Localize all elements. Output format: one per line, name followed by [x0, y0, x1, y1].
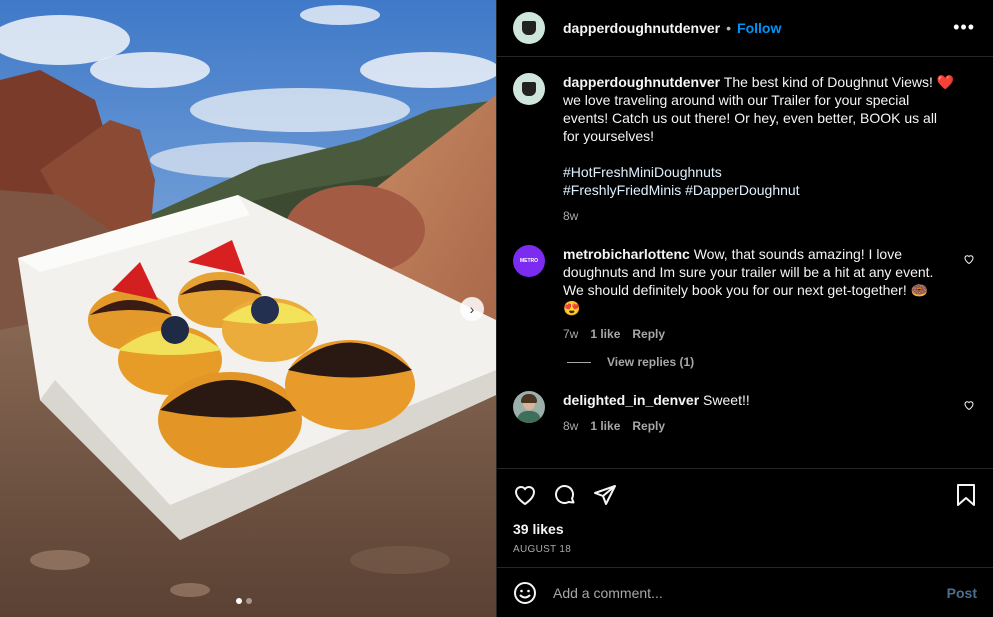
- share-icon[interactable]: [593, 483, 617, 507]
- avatar[interactable]: [513, 12, 545, 44]
- more-horizontal-icon[interactable]: •••: [953, 18, 975, 36]
- bookmark-icon[interactable]: [955, 483, 977, 507]
- post-date: AUGUST 18: [513, 544, 572, 555]
- comment-likes-button[interactable]: 1 like: [590, 327, 620, 341]
- comment-age: 8w: [563, 419, 579, 433]
- hashtag-link[interactable]: #FreshlyFriedMinis: [563, 182, 681, 198]
- view-replies-button[interactable]: View replies (1): [567, 355, 977, 369]
- post-comment-button[interactable]: Post: [947, 585, 977, 601]
- post-header: dapperdoughnutdenver • Follow •••: [497, 0, 993, 57]
- post-photo[interactable]: ›: [0, 0, 496, 617]
- carousel-dot: [246, 598, 252, 604]
- add-comment-input[interactable]: [553, 584, 947, 601]
- add-comment-bar: Post: [497, 567, 993, 617]
- header-username[interactable]: dapperdoughnutdenver: [563, 20, 720, 36]
- heart-icon[interactable]: [963, 399, 975, 411]
- view-replies-label: View replies (1): [607, 355, 695, 369]
- divider: [567, 361, 591, 363]
- emoji-icon[interactable]: [513, 581, 537, 605]
- comment-age: 7w: [563, 327, 579, 341]
- heart-icon[interactable]: [963, 253, 975, 265]
- header-separator: •: [726, 20, 732, 36]
- comment-text: Sweet!!: [703, 392, 750, 408]
- avatar[interactable]: [513, 391, 545, 423]
- caption-hashtags: #HotFreshMiniDoughnuts #FreshlyFriedMini…: [563, 163, 955, 199]
- chevron-right-icon: ›: [469, 301, 475, 317]
- follow-button[interactable]: Follow: [737, 20, 781, 36]
- comment-likes-button[interactable]: 1 like: [590, 419, 620, 433]
- caption-age: 8w: [563, 209, 579, 223]
- caption: dapperdoughnutdenver The best kind of Do…: [513, 73, 977, 223]
- reply-button[interactable]: Reply: [632, 327, 665, 341]
- comment-icon[interactable]: [553, 483, 577, 507]
- hashtag-link[interactable]: #DapperDoughnut: [685, 182, 799, 198]
- carousel-next-button[interactable]: ›: [460, 297, 484, 321]
- carousel-dots: [236, 598, 252, 604]
- comment-item: delighted_in_denver Sweet!! 8w 1 like Re…: [513, 391, 977, 433]
- reply-button[interactable]: Reply: [632, 419, 665, 433]
- post-actions: 39 likes AUGUST 18: [497, 468, 993, 567]
- comment-username[interactable]: metrobicharlottenc: [563, 246, 690, 262]
- comment-item: METRO metrobicharlottenc Wow, that sound…: [513, 245, 977, 341]
- comments-list[interactable]: dapperdoughnutdenver The best kind of Do…: [497, 57, 993, 468]
- heart-icon[interactable]: [513, 483, 537, 507]
- comment-username[interactable]: delighted_in_denver: [563, 392, 699, 408]
- avatar[interactable]: METRO: [513, 245, 545, 277]
- likes-count[interactable]: 39 likes: [513, 521, 977, 537]
- doughnut-photo-image: [0, 0, 496, 617]
- hashtag-link[interactable]: #HotFreshMiniDoughnuts: [563, 164, 722, 180]
- carousel-dot-active: [236, 598, 242, 604]
- avatar[interactable]: [513, 73, 545, 105]
- post-info-panel: dapperdoughnutdenver • Follow ••• dapper…: [496, 0, 993, 617]
- caption-username[interactable]: dapperdoughnutdenver: [563, 74, 720, 90]
